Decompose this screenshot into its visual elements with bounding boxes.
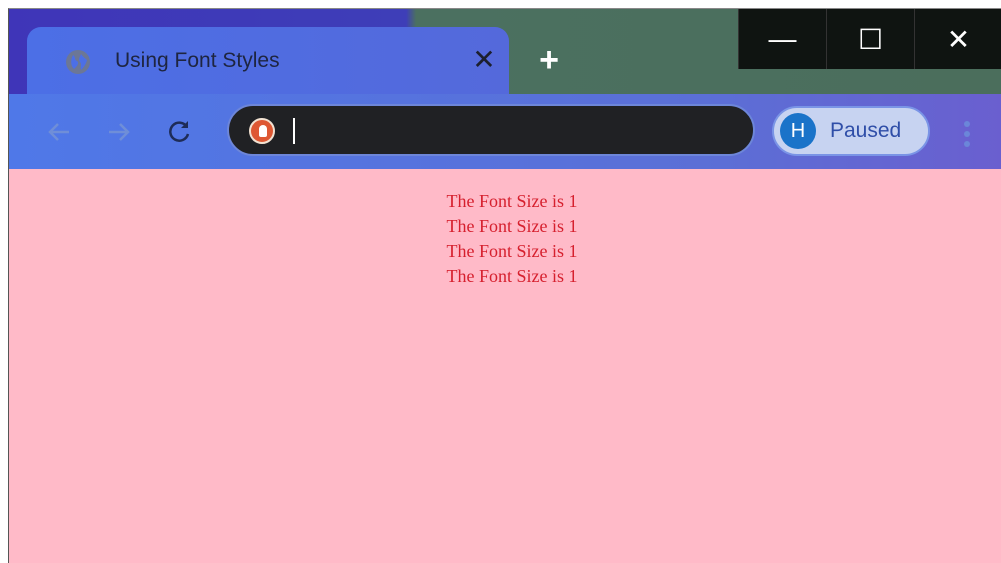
- font-size-line: The Font Size is 1: [446, 216, 578, 236]
- reload-icon: [169, 121, 190, 142]
- font-size-line: The Font Size is 1: [446, 266, 578, 286]
- duckduckgo-icon: [249, 118, 275, 144]
- back-button[interactable]: [43, 116, 75, 148]
- close-window-button[interactable]: ✕: [914, 9, 1001, 69]
- more-vert-icon[interactable]: [963, 118, 971, 150]
- minimize-button[interactable]: —: [738, 9, 826, 69]
- back-arrow-icon: [48, 123, 69, 141]
- globe-icon: [66, 50, 90, 74]
- address-bar[interactable]: [227, 104, 755, 156]
- tab-strip: Using Font Styles ✕ + — ☐ ✕: [9, 9, 1001, 99]
- avatar: H: [780, 113, 816, 149]
- page-content: The Font Size is 1 The Font Size is 1 Th…: [9, 169, 1001, 563]
- profile-button[interactable]: H Paused: [772, 106, 930, 156]
- maximize-button[interactable]: ☐: [826, 9, 914, 69]
- reload-button[interactable]: [163, 116, 195, 148]
- browser-window: Using Font Styles ✕ + — ☐ ✕ H Paused The…: [8, 8, 1001, 563]
- tab-close-button[interactable]: ✕: [469, 45, 499, 75]
- tab-active[interactable]: Using Font Styles ✕: [27, 27, 509, 99]
- font-size-line: The Font Size is 1: [446, 241, 578, 261]
- forward-button[interactable]: [103, 116, 135, 148]
- window-controls: — ☐ ✕: [738, 9, 1001, 69]
- tab-title: Using Font Styles: [115, 49, 280, 72]
- new-tab-button[interactable]: +: [532, 43, 566, 77]
- browser-toolbar: H Paused: [9, 94, 1001, 169]
- font-size-line: The Font Size is 1: [446, 191, 578, 211]
- text-cursor: [293, 118, 295, 144]
- profile-status: Paused: [830, 119, 902, 142]
- forward-arrow-icon: [109, 123, 130, 141]
